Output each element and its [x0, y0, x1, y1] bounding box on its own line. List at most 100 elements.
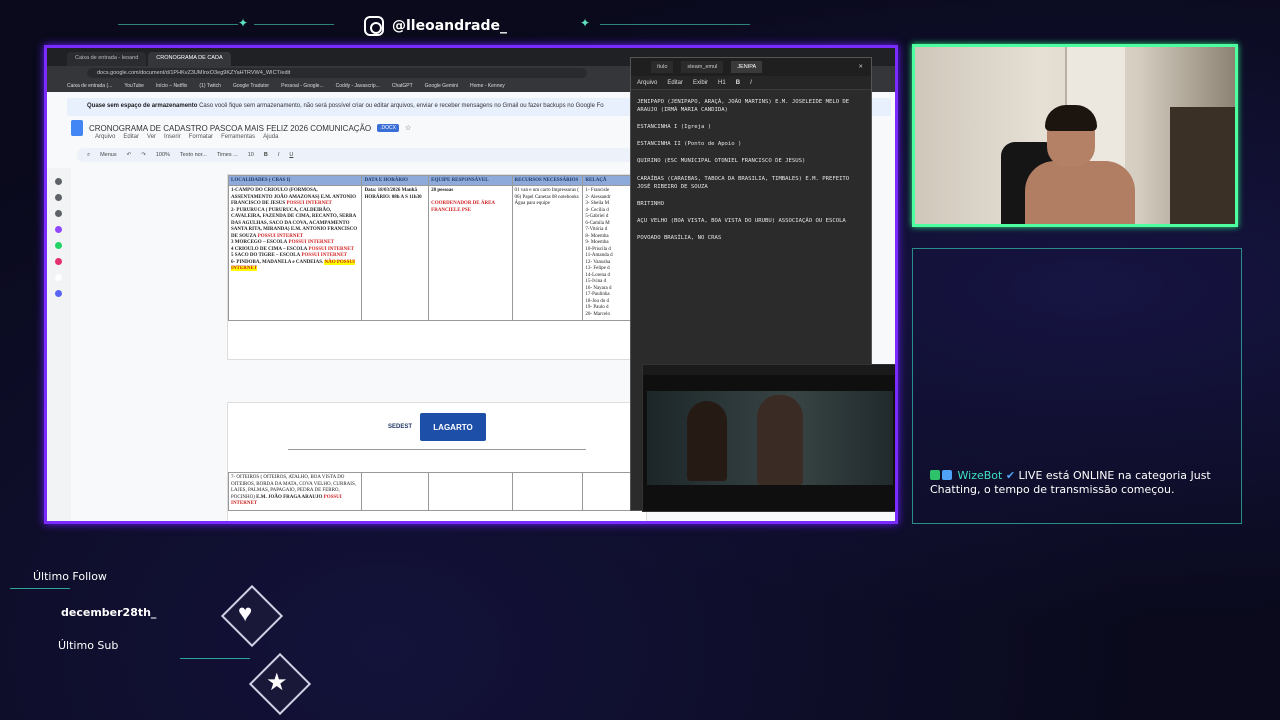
schedule-table: LOCALIDADES ( CRAS I) DATA E HORÁRIO EQU… — [227, 175, 646, 321]
rail-icon[interactable] — [55, 178, 62, 185]
internet-tag: POSSUI INTERNET — [257, 233, 304, 239]
font-select[interactable]: Times ... — [217, 152, 238, 158]
bookmark[interactable]: ChatGPT — [392, 83, 413, 89]
docs-icon — [71, 120, 83, 136]
last-follow-label: Último Follow — [33, 570, 107, 583]
video-player-window[interactable] — [642, 364, 895, 512]
style-select[interactable]: Texto nor... — [180, 152, 207, 158]
text-line: POVOADO BRASÍLIA, NO CRAS — [637, 234, 722, 241]
instagram-handle: @lleoandrade_ — [364, 16, 507, 36]
table-cell-team[interactable]: 20 pessoas COORDENADOR DE ÁREA FRANCIELE… — [428, 185, 513, 321]
table-cell-localidades[interactable]: 1-CAMPO DO CRIOULO (FORMOSA, ASSENTAMENT… — [227, 185, 363, 321]
decor-line-left — [118, 24, 238, 25]
table-row: 1-CAMPO DO CRIOULO (FORMOSA, ASSENTAMENT… — [227, 185, 646, 321]
notepad-tab[interactable]: steam_emul — [681, 61, 724, 73]
bookmark[interactable]: YouTube — [124, 83, 144, 89]
underline-button[interactable]: U — [289, 152, 293, 158]
redo-icon[interactable]: ↷ — [141, 152, 146, 158]
webcam-frame — [912, 44, 1238, 227]
text-line: QUIRINO (ESC MUNICIPAL OTONIEL FRANCISCO… — [637, 158, 806, 165]
bookmark[interactable]: Google Gemini — [425, 83, 458, 89]
rail-icon[interactable] — [55, 194, 62, 201]
decor-line — [10, 588, 70, 589]
sedest-logo: SEDEST — [387, 424, 412, 430]
bookmark[interactable]: Google Tradutor — [233, 83, 269, 89]
menu-item[interactable]: Arquivo — [95, 134, 115, 140]
table-cell[interactable] — [361, 472, 430, 511]
banner-text: Caso você fique sem armazenamento, não s… — [199, 103, 604, 109]
cell-text: 1-CAMPO DO CRIOULO (FORMOSA, ASSENTAMENT… — [231, 188, 320, 200]
table-header: RECURSOS NECESSÁRIOS — [511, 175, 584, 186]
menu-item[interactable]: Exibir — [693, 80, 708, 86]
x-icon[interactable] — [55, 274, 62, 281]
table-cell-resources[interactable]: 01 van e um carro Impressoras ( 06) Pape… — [511, 185, 584, 321]
search-icon[interactable]: ⌕ — [87, 152, 90, 159]
browser-tab[interactable]: Caixa de entrada - leoand — [67, 52, 147, 66]
discord-icon[interactable] — [55, 290, 62, 297]
table-row: 7- OITEIROS ( OITEIROS, ATALHO, BOA VIST… — [227, 472, 646, 511]
font-size-field[interactable]: 10 — [248, 152, 254, 158]
internet-tag: POSSUI INTERNET — [301, 253, 347, 258]
last-follow-value: december28th_ — [61, 606, 157, 619]
twitch-icon[interactable] — [55, 226, 62, 233]
decor-line — [180, 658, 250, 659]
table-header: LOCALIDADES ( CRAS I) — [227, 175, 363, 186]
bot-icon — [942, 470, 952, 480]
bookmark[interactable]: Início – Netflix — [156, 83, 187, 89]
close-icon[interactable]: ✕ — [858, 64, 863, 70]
bookmark[interactable]: Home - Kenney — [470, 83, 505, 89]
notepad-tab[interactable]: ítulo — [651, 61, 674, 73]
cell-text: E.M. JOÃO FRAGA ARAUJO — [256, 494, 323, 500]
menu-item[interactable]: Editar — [123, 134, 139, 140]
check-icon — [930, 470, 940, 480]
lagarto-logo: LAGARTO — [420, 413, 486, 441]
undo-icon[interactable]: ↶ — [127, 152, 132, 158]
sparkle-icon: ✦ — [580, 16, 591, 30]
bold-button[interactable]: B — [264, 152, 268, 158]
heading-select[interactable]: H1 — [718, 80, 726, 86]
streamer — [1015, 105, 1135, 224]
schedule-table-2: 7- OITEIROS ( OITEIROS, ATALHO, BOA VIST… — [227, 472, 646, 511]
decor-line-left-2 — [254, 24, 334, 25]
menu-item[interactable]: Inserir — [164, 134, 181, 140]
url-field[interactable]: docs.google.com/document/d/1PHKvZ3UMInxO… — [87, 68, 587, 78]
notepad-text-area[interactable]: JENIPAPO (JENIPAPO, ARAÇÁ, JOÃO MARTINS)… — [631, 90, 871, 259]
menu-item[interactable]: Ver — [147, 134, 156, 140]
zoom-select[interactable]: 100% — [156, 152, 170, 158]
table-cell-localidades[interactable]: 7- OITEIROS ( OITEIROS, ATALHO, BOA VIST… — [227, 472, 363, 511]
left-side-rail — [47, 168, 71, 521]
bookmark[interactable]: (1) Twitch — [199, 83, 221, 89]
internet-tag: POSSUI INTERNET — [286, 201, 332, 206]
table-cell[interactable] — [511, 472, 584, 511]
table-header: DATA E HORÁRIO — [361, 175, 430, 186]
text-line: CARAÍBAS (CARAIBAS, TABOCA DA BRASILIA, … — [637, 175, 850, 190]
bookmark[interactable]: Coddy - Javascrip... — [336, 83, 380, 89]
coordinator-text: COORDENADOR DE ÁREA FRANCIELE PSE — [431, 201, 495, 213]
bookmark[interactable]: Pessoal - Google... — [281, 83, 324, 89]
video-person — [757, 395, 803, 485]
menus-search[interactable]: Menus — [100, 152, 117, 158]
bookmark[interactable]: Caixa de entrada (... — [67, 83, 112, 89]
table-cell[interactable] — [428, 472, 513, 511]
bold-button[interactable]: B — [736, 80, 740, 86]
instagram-icon — [364, 16, 384, 36]
menu-item[interactable]: Ferramentas — [221, 134, 255, 140]
star-icon[interactable]: ☆ — [405, 124, 411, 132]
table-cell-date[interactable]: Data: 18/03/2026 Manhã HORÁRIO: 08h A S … — [361, 185, 430, 321]
italic-button[interactable]: I — [750, 80, 752, 86]
whatsapp-icon[interactable] — [55, 242, 62, 249]
browser-tab-active[interactable]: CRONOGRAMA DE CADA — [148, 52, 231, 66]
rail-icon[interactable] — [55, 210, 62, 217]
bot-name: WizeBot — [957, 469, 1003, 482]
notepad-tab-active[interactable]: JENIPA — [731, 61, 763, 73]
italic-button[interactable]: I — [278, 152, 280, 158]
doc-title[interactable]: CRONOGRAMA DE CADASTRO PASCOA MAIS FELIZ… — [89, 124, 371, 133]
instagram-icon[interactable] — [55, 258, 62, 265]
menu-item[interactable]: Formatar — [189, 134, 213, 140]
menu-item[interactable]: Arquivo — [637, 80, 657, 86]
video-frame[interactable] — [647, 391, 893, 485]
menu-item[interactable]: Ajuda — [263, 134, 278, 140]
internet-tag: POSSUI INTERNET — [288, 240, 334, 245]
verified-icon: ✔ — [1005, 469, 1016, 482]
menu-item[interactable]: Editar — [667, 80, 683, 86]
